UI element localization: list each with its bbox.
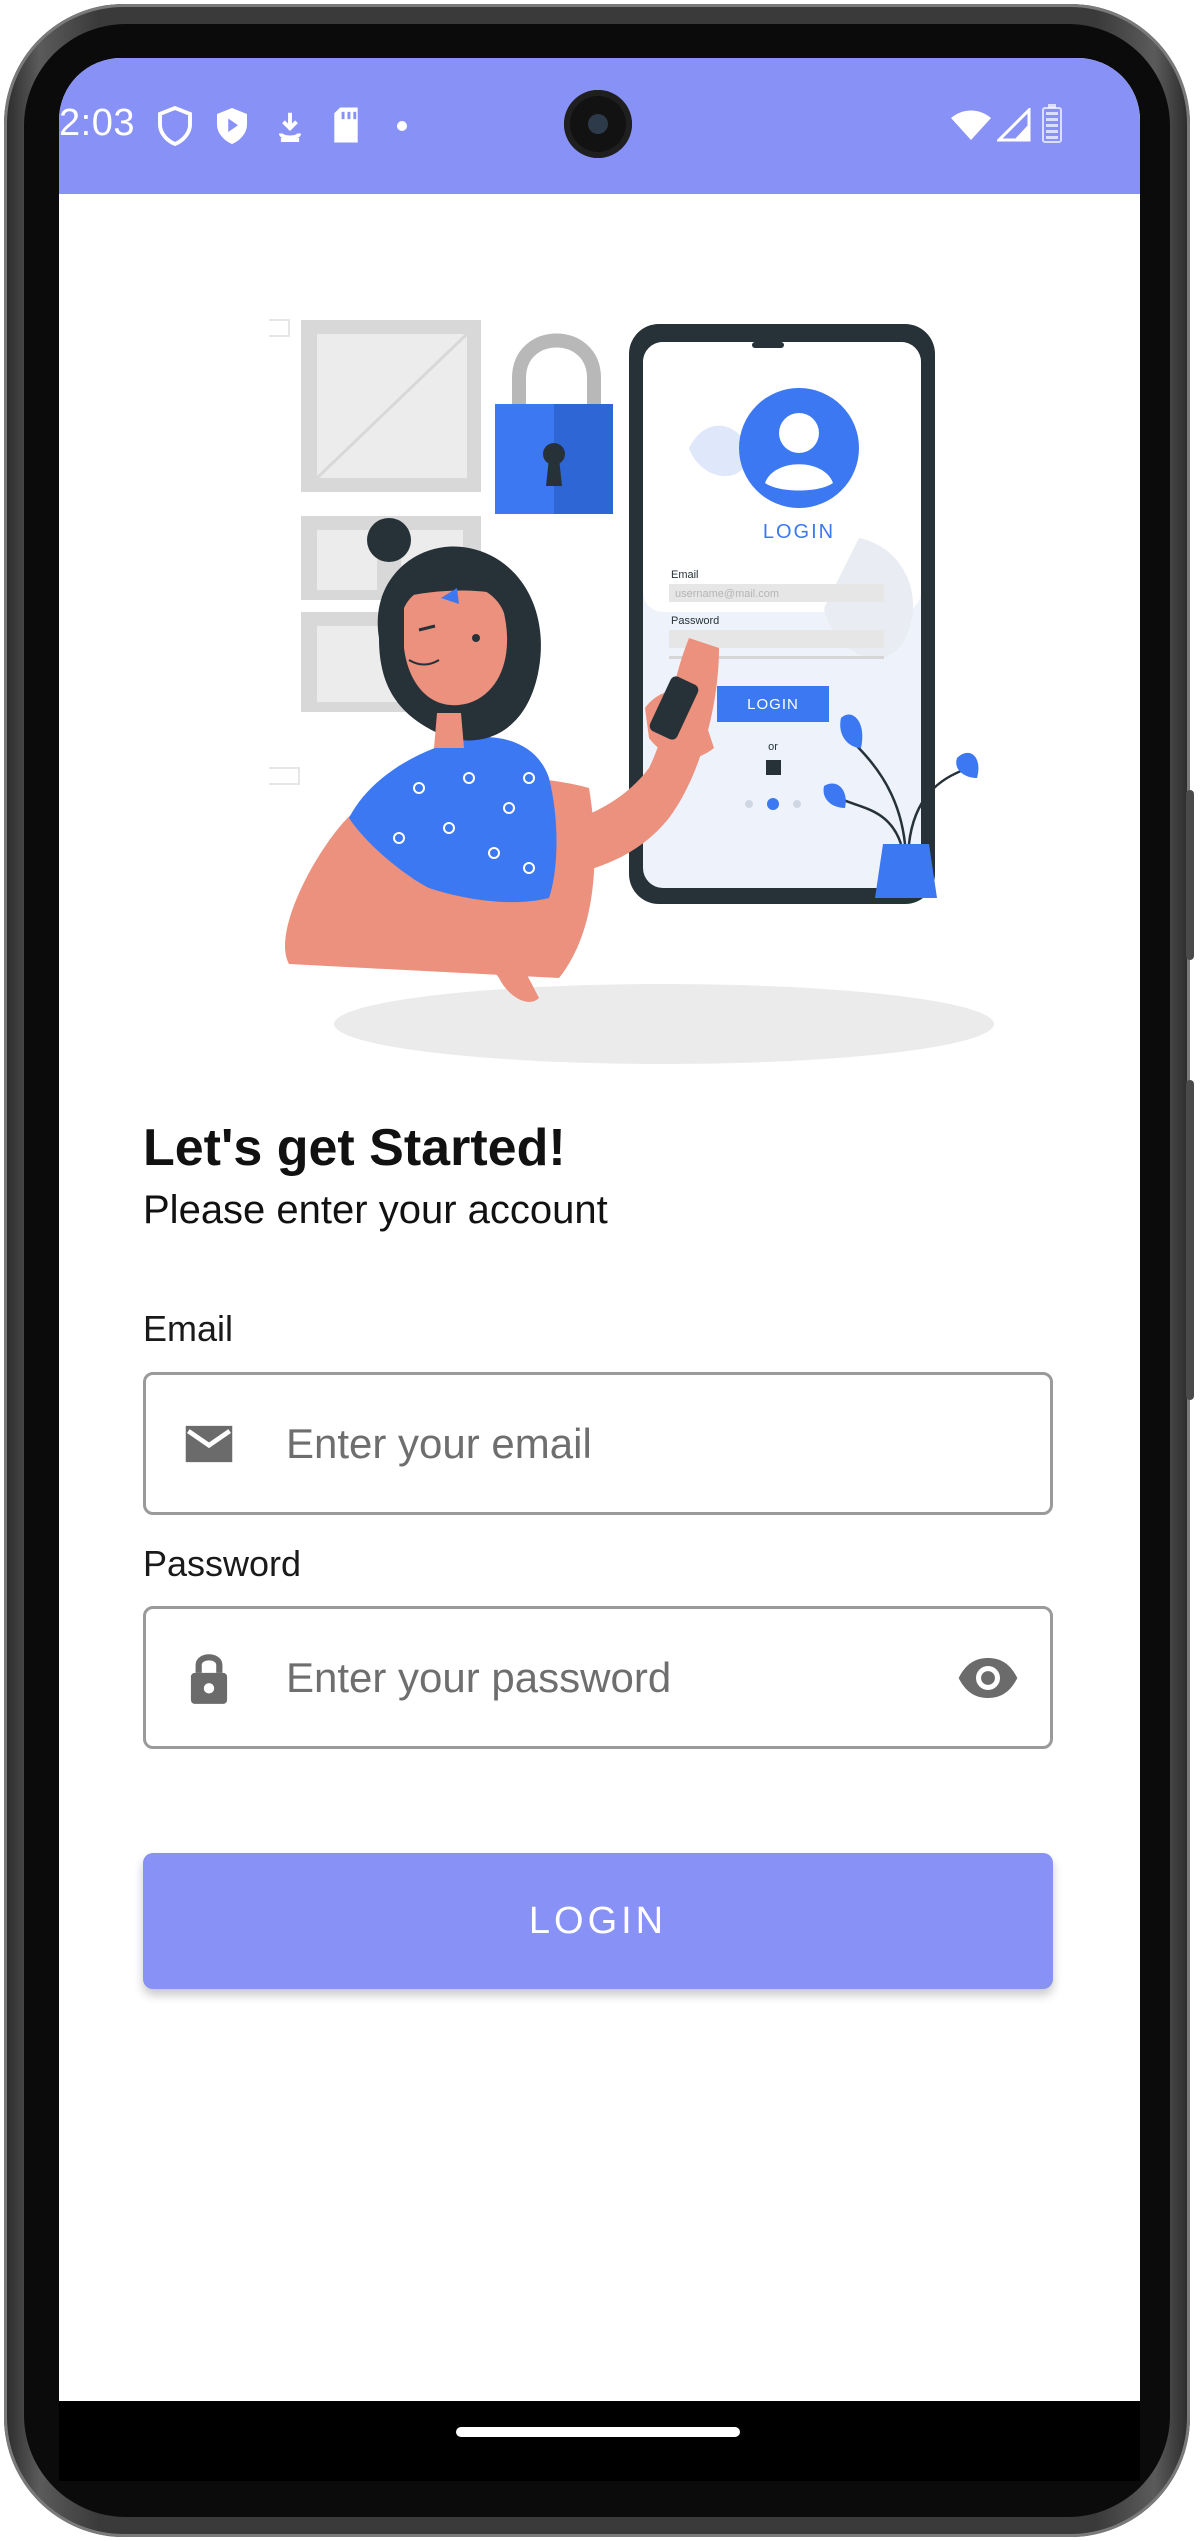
eye-icon[interactable]: [956, 1646, 1020, 1710]
email-input[interactable]: [284, 1418, 1050, 1469]
email-label: Email: [143, 1308, 234, 1349]
wifi-icon: [951, 110, 991, 140]
mail-icon: [185, 1425, 233, 1462]
illustration-email-label: Email: [671, 569, 699, 581]
device-button-power: [1186, 790, 1194, 960]
login-illustration: LOGIN Email username@mail.com Password L…: [269, 319, 994, 1064]
shield-icon: [158, 106, 192, 146]
dot-icon: [397, 121, 407, 131]
device-button-volume: [1186, 1080, 1194, 1400]
sd-card-icon: [334, 107, 358, 143]
password-field[interactable]: [143, 1606, 1053, 1749]
illustration-ground-shadow: [334, 984, 994, 1064]
illustration-login-button: LOGIN: [747, 696, 799, 713]
download-icon: [278, 112, 302, 142]
status-bar: 2:03: [59, 58, 1140, 194]
illustration-padlock: [495, 333, 613, 514]
app-screen: 2:03 LOGIN Email username@mail.com Passw…: [59, 58, 1140, 2401]
navigation-bar: [59, 2401, 1140, 2481]
signal-icon: [997, 108, 1031, 142]
status-time: 2:03: [59, 102, 135, 144]
lock-icon: [190, 1653, 228, 1704]
page-title: Let's get Started!: [143, 1119, 566, 1177]
front-camera: [564, 90, 632, 158]
password-label: Password: [143, 1543, 302, 1584]
battery-icon: [1042, 104, 1062, 143]
illustration-phone: LOGIN Email username@mail.com Password L…: [629, 324, 935, 904]
play-shield-icon: [217, 108, 247, 144]
password-input[interactable]: [284, 1652, 956, 1703]
page-subtitle: Please enter your account: [143, 1188, 608, 1232]
login-button[interactable]: LOGIN: [143, 1853, 1053, 1989]
illustration-or-label: or: [768, 741, 778, 753]
illustration-login-title: LOGIN: [763, 521, 835, 543]
illustration-email-value: username@mail.com: [675, 588, 779, 600]
home-indicator[interactable]: [456, 2427, 740, 2437]
email-field[interactable]: [143, 1372, 1053, 1515]
illustration-password-label: Password: [671, 615, 719, 627]
